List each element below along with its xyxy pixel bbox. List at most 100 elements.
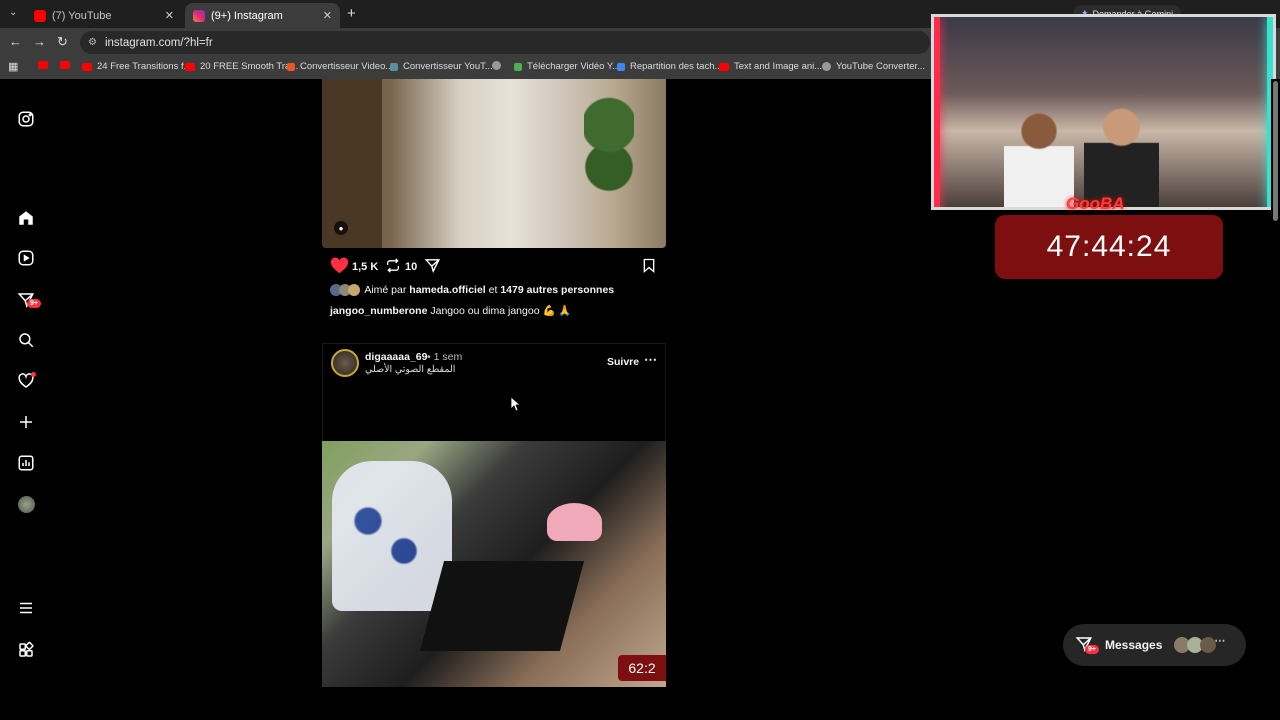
site-info-icon[interactable]: ⚙ (88, 37, 97, 48)
like-heart-icon[interactable] (330, 257, 349, 277)
create-icon[interactable] (16, 412, 36, 432)
url-text: instagram.com/?hl=fr (104, 36, 213, 49)
tab-list-chevron-icon[interactable]: ⌄ (9, 7, 17, 18)
messages-badge: 9+ (1085, 644, 1099, 654)
table-surface (419, 561, 585, 651)
neon-light-left (934, 17, 940, 207)
reload-icon[interactable]: ↻ (57, 34, 68, 50)
new-tab-icon[interactable]: + (347, 5, 356, 22)
bookmark-item[interactable]: Convertisseur YouT... (390, 61, 493, 72)
liked-by-others-link[interactable]: 1479 autres personnes (500, 284, 614, 296)
more-options-icon[interactable]: ⋯ (644, 352, 657, 368)
bookmark-item[interactable]: Text and Image ani... (719, 61, 822, 72)
menu-icon[interactable] (16, 598, 36, 618)
mouse-cursor-icon (511, 397, 521, 412)
scrollbar-thumb[interactable] (1273, 81, 1278, 221)
video-timer-text: 62:2 (628, 660, 656, 676)
shirt-figure (332, 461, 452, 611)
globe-icon (492, 61, 501, 70)
back-icon[interactable]: ← (9, 34, 22, 49)
youtube-icon (38, 61, 48, 69)
bookmark-label: 20 FREE Smooth Tra... (200, 61, 299, 72)
instagram-sidebar: 9+ (0, 79, 52, 687)
liked-by-avatars[interactable] (330, 284, 362, 297)
messages-icon: 9+ (1075, 635, 1099, 656)
dashboard-icon[interactable] (16, 453, 36, 473)
bookmark-youtube-2[interactable] (60, 61, 75, 69)
bookmark-youtube-1[interactable] (38, 61, 53, 69)
post-actions: 1,5 K 10 (330, 256, 660, 276)
tab-title: (7) YouTube (52, 9, 112, 22)
page-scrollbar[interactable] (1271, 79, 1280, 687)
address-bar[interactable]: ⚙ instagram.com/?hl=fr (80, 31, 930, 54)
plant-decoration (584, 89, 634, 209)
door-panel (322, 79, 382, 248)
search-icon[interactable] (16, 330, 36, 350)
post-audio-link[interactable]: المقطع الصوتي الأصلي (365, 364, 455, 375)
video-timer-overlay: 62:2 (618, 655, 666, 681)
liked-by-user-link[interactable]: hameda.officiel (409, 284, 485, 296)
download-icon (514, 62, 522, 71)
share-icon[interactable] (424, 257, 441, 277)
youtube-icon (719, 62, 729, 71)
instagram-logo-icon[interactable] (16, 109, 36, 129)
follow-button[interactable]: Suivre (607, 356, 639, 368)
bookmark-item[interactable]: YouTube Converter... (822, 61, 925, 72)
bookmark-label: Convertisseur YouT... (403, 61, 493, 72)
youtube-icon (82, 62, 92, 71)
stream-logo: GooBA (1066, 194, 1125, 213)
bookmark-label: Télécharger Vidéo Y... (527, 61, 620, 72)
reels-icon[interactable] (16, 248, 36, 268)
reposts-count[interactable]: 10 (405, 261, 417, 273)
close-tab-icon[interactable]: ✕ (165, 9, 174, 22)
stream-timer: 47:44:24 (995, 215, 1223, 279)
bookmark-item[interactable]: 20 FREE Smooth Tra... (185, 61, 298, 72)
forward-icon[interactable]: → (33, 34, 46, 49)
youtube-icon (34, 9, 46, 22)
pink-cap-figure (547, 503, 602, 541)
tab-instagram[interactable]: (9+) Instagram ✕ (185, 3, 340, 28)
more-apps-icon[interactable] (16, 640, 36, 660)
profile-avatar[interactable] (16, 494, 36, 514)
liked-by-and: et (488, 284, 498, 296)
apps-grid-icon[interactable]: ▦ (8, 60, 18, 73)
save-bookmark-icon[interactable] (641, 257, 657, 277)
docs-icon (617, 62, 625, 71)
messages-label: Messages (1105, 638, 1163, 652)
tagged-user-icon[interactable]: ● (334, 221, 348, 235)
post-caption: jangoo_numberone Jangoo ou dima jangoo 💪… (330, 304, 572, 317)
post-author-avatar[interactable] (331, 349, 359, 377)
tab-youtube[interactable]: (7) YouTube ✕ (26, 3, 182, 28)
bookmark-label: Repartition des tach... (630, 61, 723, 72)
bookmark-label: 24 Free Transitions f... (97, 61, 192, 72)
likes-count[interactable]: 1,5 K (352, 261, 378, 273)
caption-username-link[interactable]: jangoo_numberone (330, 305, 427, 317)
post-author-username[interactable]: digaaaaa_69 (365, 351, 427, 363)
instagram-icon (193, 9, 205, 22)
repost-icon[interactable] (385, 257, 401, 277)
zamzar-icon (287, 62, 295, 71)
bookmark-item[interactable]: Repartition des tach... (617, 61, 722, 72)
post-video[interactable]: 62:2 (322, 441, 666, 687)
bookmark-label: YouTube Converter... (836, 61, 926, 72)
bookmark-label: Convertisseur Video... (300, 61, 394, 72)
converter-icon (390, 62, 398, 71)
bookmark-item[interactable]: Télécharger Vidéo Y... (514, 61, 620, 72)
bookmark-item[interactable]: 24 Free Transitions f... (82, 61, 192, 72)
bookmark-globe[interactable] (492, 61, 506, 70)
caption-text: Jangoo ou dima jangoo 💪 🙏 (430, 305, 572, 317)
youtube-icon (185, 62, 195, 71)
messages-dock[interactable]: 9+ Messages ⋯ (1063, 624, 1246, 666)
tab-title: (9+) Instagram (211, 9, 283, 22)
webcam-overlay (931, 14, 1276, 210)
liked-by-line: Aimé par hameda.officiel et 1479 autres … (330, 284, 614, 297)
bookmark-item[interactable]: Convertisseur Video... (287, 61, 393, 72)
notifications-badge: 9+ (27, 299, 41, 308)
post-image[interactable]: ● (322, 79, 666, 248)
close-tab-icon[interactable]: ✕ (323, 9, 332, 22)
notifications-icon[interactable] (16, 371, 36, 391)
home-icon[interactable] (16, 208, 36, 228)
webcam-person-left (1004, 107, 1074, 207)
liked-by-prefix: Aimé par (364, 284, 407, 296)
notification-dot (31, 372, 36, 377)
